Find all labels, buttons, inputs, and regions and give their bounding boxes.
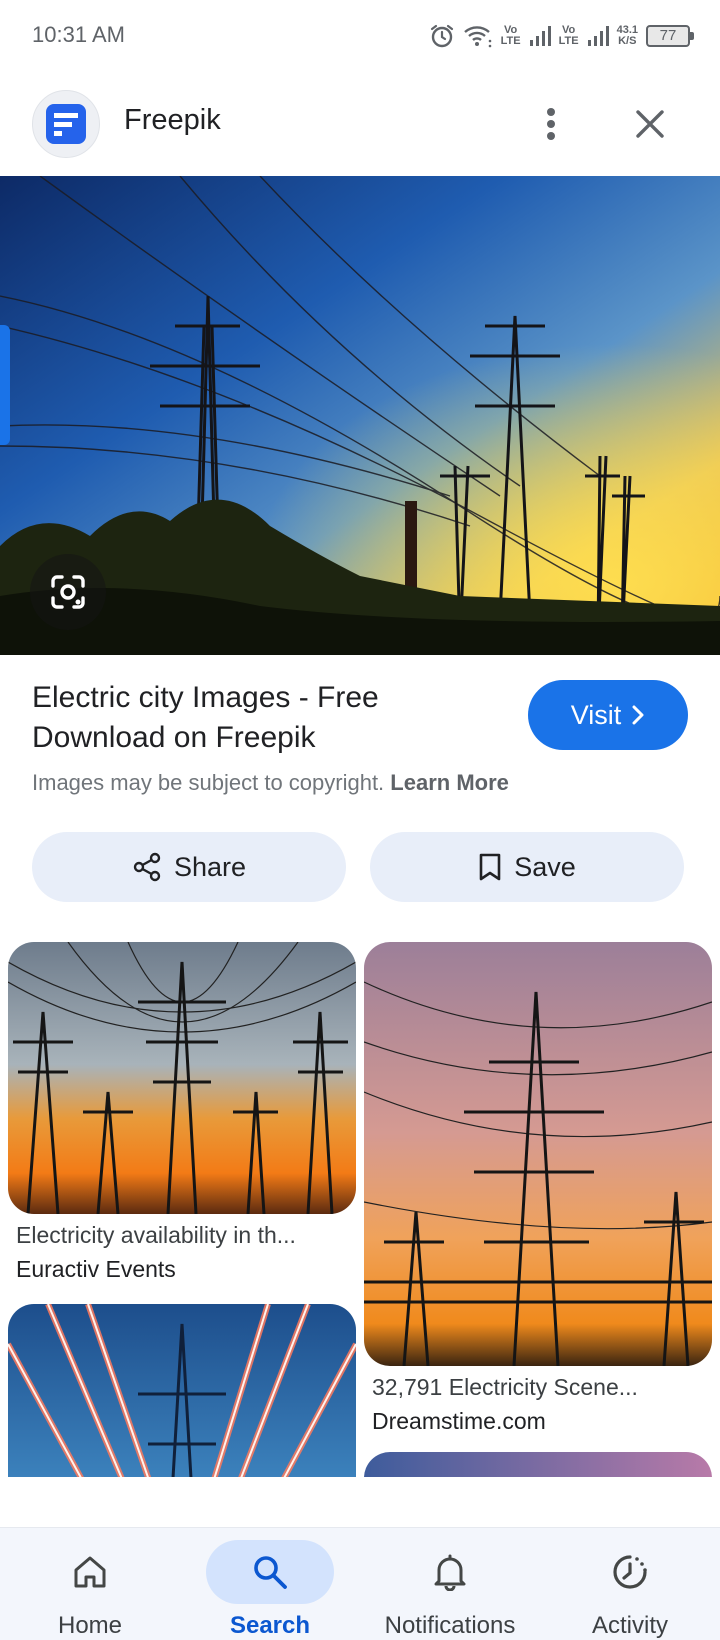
- bell-icon-container: [386, 1540, 514, 1604]
- alarm-icon: [429, 23, 455, 49]
- battery-level: 77: [659, 27, 677, 44]
- signal-icon: [529, 25, 551, 47]
- related-source-1: Euractiv Events: [16, 1256, 176, 1282]
- chevron-right-icon: [632, 705, 644, 725]
- nav-search-label: Search: [229, 1612, 311, 1639]
- related-image-1[interactable]: [8, 942, 356, 1214]
- status-time: 10:31 AM: [32, 22, 125, 47]
- copyright-text: Images may be subject to copyright.: [32, 770, 385, 795]
- share-button[interactable]: Share: [32, 832, 346, 902]
- nav-home[interactable]: Home: [0, 1528, 180, 1640]
- home-icon-container: [26, 1540, 154, 1604]
- wifi-icon: [463, 23, 493, 49]
- more-vert-icon: [547, 108, 555, 140]
- related-image-4[interactable]: [364, 1452, 712, 1477]
- source-title[interactable]: Freepik: [124, 104, 221, 137]
- signal-icon: [587, 25, 609, 47]
- lens-search-button[interactable]: [30, 554, 106, 630]
- related-image-3[interactable]: [8, 1304, 356, 1477]
- bookmark-icon: [479, 853, 501, 881]
- related-title-2[interactable]: 32,791 Electricity Scene...: [372, 1374, 702, 1401]
- source-header: Freepik: [0, 84, 720, 176]
- activity-icon-container: [566, 1540, 694, 1604]
- related-images-grid: Electricity availability in th... Euract…: [0, 942, 720, 1477]
- volte-indicator-2: Vo LTE: [559, 25, 579, 47]
- result-title[interactable]: Electric city Images - Free Download on …: [32, 678, 502, 758]
- volte-indicator-1: Vo LTE: [501, 25, 521, 47]
- nav-search[interactable]: Search: [180, 1528, 360, 1640]
- nav-activity[interactable]: Activity: [540, 1528, 720, 1640]
- nav-activity-label: Activity: [591, 1612, 668, 1639]
- edge-panel-handle[interactable]: [0, 325, 10, 445]
- save-button[interactable]: Save: [370, 832, 684, 902]
- lte-label: LTE: [558, 35, 579, 47]
- more-options-button[interactable]: [530, 100, 572, 148]
- related-source-2: Dreamstime.com: [372, 1408, 546, 1434]
- save-label: Save: [514, 851, 576, 882]
- activity-icon: [613, 1555, 647, 1589]
- close-button[interactable]: [626, 100, 674, 148]
- bell-icon: [434, 1554, 466, 1591]
- preview-image[interactable]: [0, 176, 720, 655]
- nav-notifications-label: Notifications: [384, 1612, 516, 1639]
- related-title-1[interactable]: Electricity availability in th...: [16, 1222, 346, 1249]
- learn-more-link[interactable]: Learn More: [390, 770, 509, 795]
- battery-icon: 77: [646, 25, 694, 47]
- nav-notifications[interactable]: Notifications: [360, 1528, 540, 1640]
- close-icon: [636, 110, 664, 138]
- bottom-navigation: Home Search Notifications Activity: [0, 1527, 720, 1640]
- search-icon: [254, 1556, 287, 1589]
- freepik-logo[interactable]: [32, 90, 100, 158]
- home-icon: [74, 1556, 106, 1588]
- share-label: Share: [173, 851, 247, 882]
- status-icons: Vo LTE Vo LTE 43.1 K/S 77: [429, 20, 694, 52]
- lte-label: LTE: [500, 35, 521, 47]
- net-speed: 43.1 K/S: [617, 25, 638, 47]
- net-speed-unit: K/S: [618, 35, 637, 47]
- copyright-notice: Images may be subject to copyright. Lear…: [32, 770, 509, 796]
- nav-home-label: Home: [57, 1612, 123, 1639]
- status-bar: 10:31 AM Vo LTE Vo LTE 43.1 K/S 77: [0, 0, 720, 72]
- visit-label: Visit: [570, 699, 622, 730]
- visit-button[interactable]: Visit: [528, 680, 688, 750]
- search-icon-container: [206, 1540, 334, 1604]
- share-icon: [133, 852, 161, 882]
- related-image-2[interactable]: [364, 942, 712, 1366]
- google-lens-icon: [51, 575, 85, 609]
